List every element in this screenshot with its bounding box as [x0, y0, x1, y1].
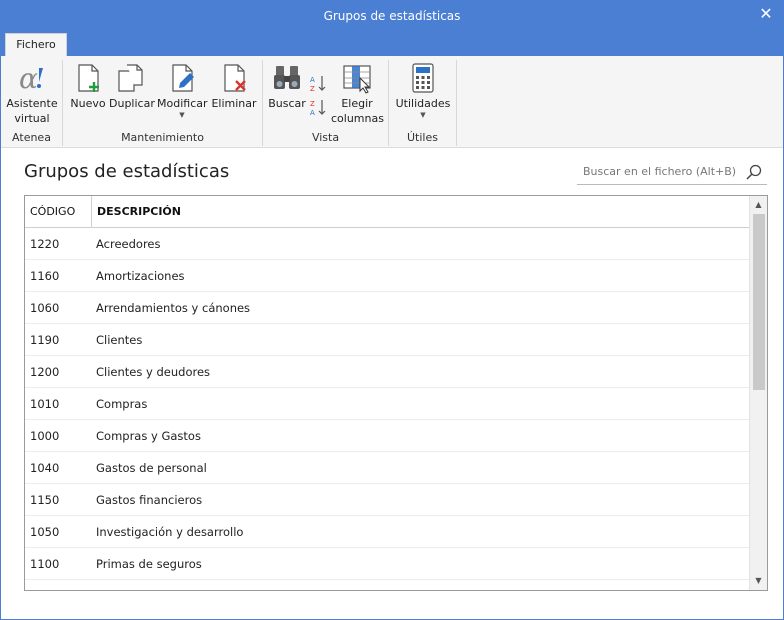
sort-descending-button[interactable]: Z A: [308, 98, 328, 117]
binoculars-icon: [274, 66, 300, 89]
group-vista-label: Vista: [311, 131, 340, 144]
cell-codigo: 1100: [30, 557, 60, 571]
group-atenea-label: Atenea: [12, 131, 51, 144]
group-utiles-label: Útiles: [407, 131, 438, 144]
cell-codigo: 1220: [30, 237, 60, 251]
svg-text:α: α: [19, 62, 38, 94]
page-title: Grupos de estadísticas: [24, 161, 230, 182]
table-row[interactable]: 1000 Compras y Gastos: [25, 420, 749, 452]
asistente-virtual-button[interactable]: α Asistente virtual: [6, 62, 58, 126]
cell-codigo: 1150: [30, 493, 60, 507]
buscar-label: Buscar: [268, 97, 306, 110]
cell-codigo: 1050: [30, 525, 60, 539]
table-row[interactable]: 1100 Primas de seguros: [25, 548, 749, 580]
cell-codigo: 1200: [30, 365, 60, 379]
cell-descripcion: Clientes y deudores: [96, 365, 211, 379]
svg-text:Z: Z: [310, 100, 315, 108]
cell-descripcion: Acreedores: [96, 237, 161, 251]
nuevo-label: Nuevo: [70, 97, 106, 110]
table-row[interactable]: 1200 Clientes y deudores: [25, 356, 749, 388]
cell-descripcion: Clientes: [96, 333, 143, 347]
cell-codigo: 1040: [30, 461, 60, 475]
columns-icon: [343, 65, 371, 94]
alpha-icon: α: [19, 62, 43, 94]
cell-descripcion: Gastos financieros: [96, 493, 203, 507]
modificar-label: Modificar: [157, 97, 208, 110]
sort-ascending-button[interactable]: A Z: [308, 74, 328, 93]
grid-rows: 1220 Acreedores 1160 Amortizaciones 1060 Arre…: [25, 228, 749, 580]
window-title: Grupos de estadísticas: [323, 9, 461, 23]
cell-descripcion: Primas de seguros: [96, 557, 202, 571]
data-grid: CÓDIGO DESCRIPCIÓN 1220 Acreedores 1160 Amo…: [24, 195, 768, 591]
close-icon: ✕: [759, 4, 773, 23]
delete-document-icon: [224, 64, 246, 92]
cell-descripcion: Gastos de personal: [96, 461, 207, 475]
scroll-down-icon[interactable]: ▼: [750, 573, 767, 589]
table-row[interactable]: 1010 Compras: [25, 388, 749, 420]
grid-header: CÓDIGO DESCRIPCIÓN: [25, 196, 749, 228]
svg-text:A: A: [310, 109, 315, 116]
tab-fichero[interactable]: Fichero: [5, 33, 67, 57]
scroll-up-icon[interactable]: ▲: [750, 197, 767, 213]
column-header-descripcion[interactable]: DESCRIPCIÓN: [92, 196, 749, 227]
chevron-down-icon: ▼: [420, 111, 426, 119]
new-document-icon: [78, 64, 99, 92]
eliminar-label: Eliminar: [211, 97, 257, 110]
cell-descripcion: Arrendamientos y cánones: [96, 301, 251, 315]
sort-za-icon: Z A: [310, 100, 326, 117]
table-row[interactable]: 1160 Amortizaciones: [25, 260, 749, 292]
ribbon: α Asistente virtual Atenea Nuevo Duplica…: [1, 56, 783, 148]
cell-codigo: 1190: [30, 333, 60, 347]
duplicate-icon: [118, 64, 143, 92]
utilidades-label: Utilidades: [395, 97, 451, 110]
sort-az-icon: A Z: [310, 76, 326, 93]
search-icon[interactable]: [745, 163, 763, 181]
edit-document-icon: [172, 64, 194, 92]
cell-descripcion: Compras: [96, 397, 148, 411]
search-input[interactable]: [577, 159, 737, 183]
asistente-virtual-label: Asistente virtual: [6, 97, 58, 125]
cell-codigo: 1010: [30, 397, 60, 411]
svg-text:Z: Z: [310, 85, 315, 92]
scrollbar-thumb[interactable]: [753, 214, 765, 390]
buscar-button[interactable]: Buscar: [267, 62, 307, 111]
cell-codigo: 1060: [30, 301, 60, 315]
nuevo-button[interactable]: Nuevo: [69, 62, 107, 111]
cell-codigo: 1160: [30, 269, 60, 283]
app-window: Grupos de estadísticas ✕ Fichero α Asist…: [0, 0, 784, 620]
table-row[interactable]: 1050 Investigación y desarrollo: [25, 516, 749, 548]
table-row[interactable]: 1150 Gastos financieros: [25, 484, 749, 516]
chevron-down-icon: ▼: [179, 111, 185, 119]
modificar-button[interactable]: Modificar ▼: [157, 62, 208, 119]
cell-descripcion: Amortizaciones: [96, 269, 185, 283]
duplicar-button[interactable]: Duplicar: [109, 62, 155, 111]
column-header-codigo[interactable]: CÓDIGO: [25, 196, 92, 227]
elegir-columnas-label: Elegir columnas: [331, 97, 384, 125]
table-row[interactable]: 1220 Acreedores: [25, 228, 749, 260]
ribbon-tabstrip: Fichero: [1, 31, 783, 57]
close-button[interactable]: ✕: [755, 4, 777, 26]
vertical-scrollbar[interactable]: ▲ ▼: [749, 196, 767, 590]
table-row[interactable]: 1190 Clientes: [25, 324, 749, 356]
table-row[interactable]: 1060 Arrendamientos y cánones: [25, 292, 749, 324]
calculator-icon: [412, 63, 434, 93]
elegir-columnas-button[interactable]: Elegir columnas: [331, 62, 384, 126]
group-mantenimiento-label: Mantenimiento: [121, 131, 204, 144]
duplicar-label: Duplicar: [109, 97, 155, 110]
group-mantenimiento: Nuevo Duplicar Modificar ▼ Eliminar Mant…: [63, 60, 263, 146]
eliminar-button[interactable]: Eliminar: [211, 62, 257, 111]
group-utiles: Utilidades ▼ Útiles: [389, 60, 457, 146]
group-atenea: α Asistente virtual Atenea: [1, 60, 63, 146]
title-bar: Grupos de estadísticas ✕: [1, 1, 783, 31]
utilidades-button[interactable]: Utilidades ▼: [393, 62, 453, 119]
table-row[interactable]: 1040 Gastos de personal: [25, 452, 749, 484]
cell-codigo: 1000: [30, 429, 60, 443]
group-vista: Buscar A Z Z A Elegir columnas Vista: [263, 60, 389, 146]
cell-descripcion: Compras y Gastos: [96, 429, 201, 443]
search-box: [577, 159, 767, 185]
svg-text:A: A: [310, 76, 315, 84]
cell-descripcion: Investigación y desarrollo: [96, 525, 244, 539]
